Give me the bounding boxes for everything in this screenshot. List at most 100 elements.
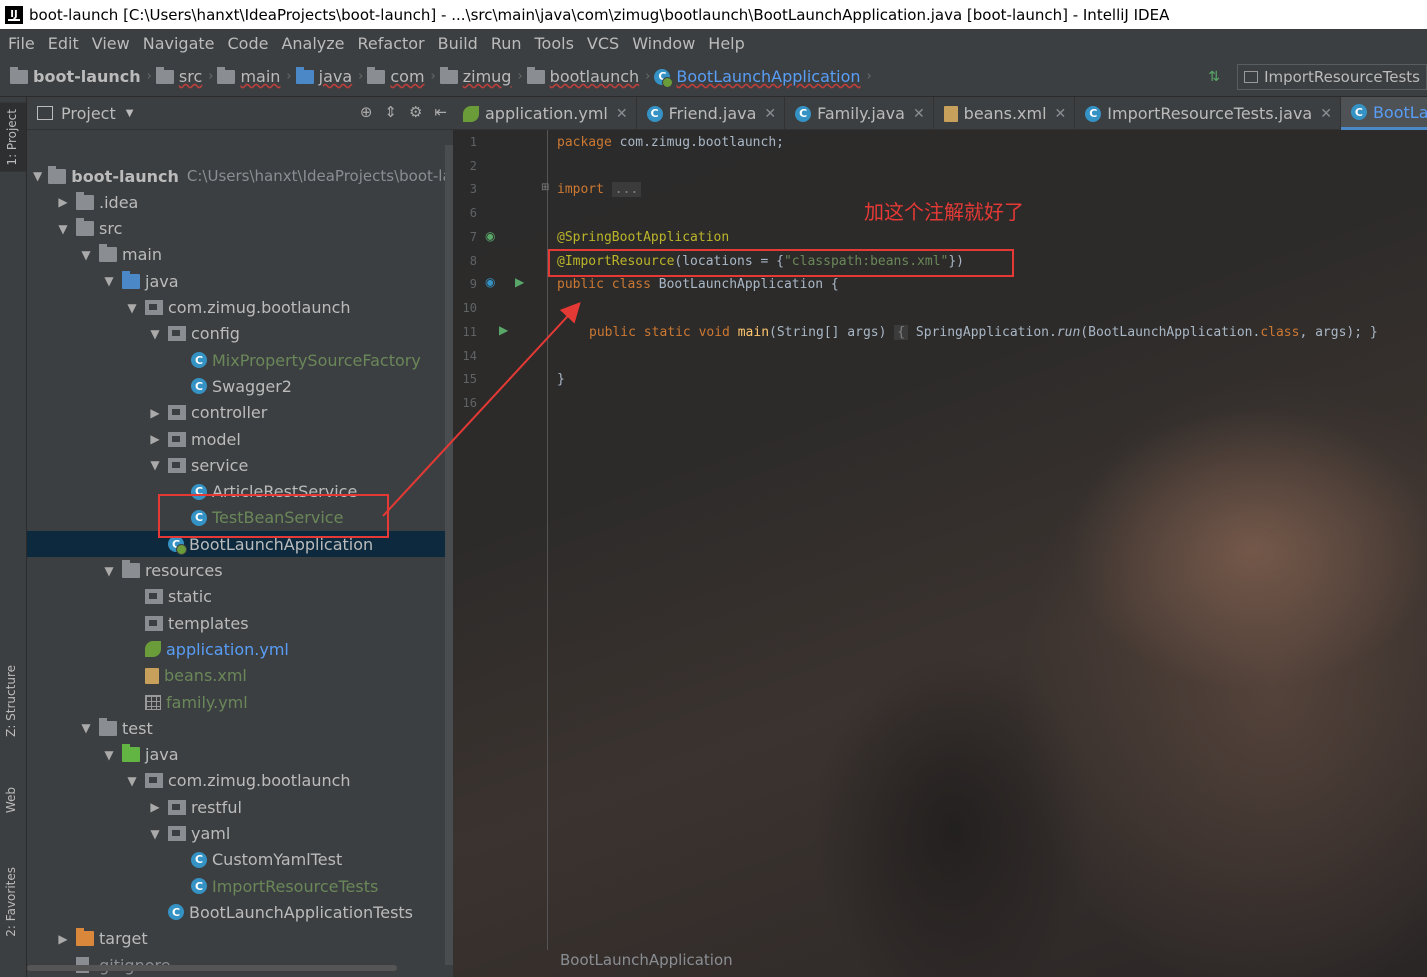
tab-import-resource-tests[interactable]: C ImportResourceTests.java ✕ bbox=[1075, 97, 1341, 130]
tab-friend-java[interactable]: C Friend.java ✕ bbox=[637, 97, 786, 130]
tab-beans-xml[interactable]: beans.xml ✕ bbox=[934, 97, 1076, 130]
menu-help[interactable]: Help bbox=[703, 34, 752, 53]
tree-item-com-zimug-bootlaunch[interactable]: ▼ com.zimug.bootlaunch bbox=[27, 295, 453, 321]
gear-icon[interactable]: ⚙ bbox=[409, 103, 422, 121]
chevron-down-icon[interactable]: ▼ bbox=[148, 458, 162, 472]
tree-item-src[interactable]: ▼ src bbox=[27, 216, 453, 242]
tool-tab-favorites[interactable]: 2: Favorites bbox=[4, 867, 18, 937]
breadcrumb-project[interactable]: boot-launch › bbox=[10, 66, 152, 86]
chevron-down-icon[interactable]: ▼ bbox=[102, 748, 116, 762]
menu-code[interactable]: Code bbox=[223, 34, 277, 53]
tree-item-idea[interactable]: ▶ .idea bbox=[27, 189, 453, 215]
run-main-icon[interactable]: ▶ bbox=[499, 323, 508, 337]
sort-arrow-icon[interactable]: ⇅ bbox=[1203, 67, 1225, 87]
tree-item-com-zimug-bootlaunch[interactable]: ▼ com.zimug.bootlaunch bbox=[27, 768, 453, 794]
tree-item-bootlaunchapplicationtests[interactable]: C BootLaunchApplicationTests bbox=[27, 899, 453, 925]
menu-analyze[interactable]: Analyze bbox=[276, 34, 352, 53]
chevron-right-icon[interactable]: ▶ bbox=[148, 432, 162, 446]
breadcrumb-java[interactable]: java › bbox=[295, 66, 363, 86]
tree-item-main[interactable]: ▼ main bbox=[27, 242, 453, 268]
hide-panel-icon[interactable]: ⇤ bbox=[434, 103, 447, 121]
close-icon[interactable]: ✕ bbox=[1055, 106, 1067, 122]
folded-code[interactable]: ... bbox=[611, 182, 642, 197]
project-panel-title[interactable]: Project bbox=[61, 104, 116, 123]
tool-tab-web[interactable]: Web bbox=[4, 787, 18, 813]
tree-item-config[interactable]: ▼ config bbox=[27, 321, 453, 347]
collapse-all-icon[interactable]: ⇕ bbox=[384, 103, 397, 121]
chevron-down-icon[interactable]: ▼ bbox=[102, 274, 116, 288]
chevron-down-icon[interactable]: ▼ bbox=[79, 248, 93, 262]
chevron-down-icon[interactable]: ▼ bbox=[125, 774, 139, 788]
spring-class-icon[interactable]: ◉ bbox=[485, 275, 495, 289]
tree-item-resources[interactable]: ▼ resources bbox=[27, 558, 453, 584]
tree-item-static[interactable]: static bbox=[27, 584, 453, 610]
tree-item-beans-xml[interactable]: beans.xml bbox=[27, 663, 453, 689]
code-line-15[interactable]: } bbox=[557, 372, 565, 387]
chevron-down-icon[interactable]: ▼ bbox=[126, 108, 134, 119]
tree-item-boot-launch[interactable]: ▼ boot-launch C:\Users\hanxt\IdeaProjects\… bbox=[27, 163, 488, 189]
close-icon[interactable]: ✕ bbox=[913, 106, 925, 122]
menu-vcs[interactable]: VCS bbox=[582, 34, 627, 53]
tree-item-swagger2[interactable]: C Swagger2 bbox=[27, 373, 453, 399]
menu-refactor[interactable]: Refactor bbox=[353, 34, 433, 53]
tree-item-restful[interactable]: ▶ restful bbox=[27, 794, 453, 820]
folded-code[interactable]: { bbox=[894, 325, 909, 340]
tab-bootlaunch-application[interactable]: C BootLaunchAp bbox=[1340, 97, 1427, 130]
menu-file[interactable]: File bbox=[3, 34, 43, 53]
tree-item-service[interactable]: ▼ service bbox=[27, 452, 453, 478]
breadcrumb-current-class[interactable]: C BootLaunchApplication › bbox=[654, 67, 872, 88]
chevron-right-icon[interactable]: ▶ bbox=[148, 406, 162, 420]
tree-item-yaml[interactable]: ▼ yaml bbox=[27, 821, 453, 847]
tree-item-customyamltest[interactable]: C CustomYamlTest bbox=[27, 847, 453, 873]
code-line-3[interactable]: import ... bbox=[557, 182, 642, 197]
tree-item-model[interactable]: ▶ model bbox=[27, 426, 453, 452]
tab-application-yml[interactable]: application.yml ✕ bbox=[453, 97, 637, 130]
code-line-7[interactable]: @SpringBootApplication bbox=[557, 230, 729, 245]
tree-item-family-yml[interactable]: family.yml bbox=[27, 689, 453, 715]
close-icon[interactable]: ✕ bbox=[764, 106, 776, 122]
menu-build[interactable]: Build bbox=[433, 34, 486, 53]
menu-view[interactable]: View bbox=[87, 34, 138, 53]
fold-expand-icon[interactable]: ⊞ bbox=[541, 182, 549, 193]
breadcrumb-zimug[interactable]: zimug › bbox=[439, 66, 523, 86]
tree-item-templates[interactable]: templates bbox=[27, 610, 453, 636]
tab-family-java[interactable]: C Family.java ✕ bbox=[785, 97, 934, 130]
code-line-1[interactable]: package com.zimug.bootlaunch; bbox=[557, 135, 784, 150]
locate-icon[interactable]: ⊕ bbox=[360, 103, 373, 121]
close-icon[interactable]: ✕ bbox=[616, 106, 628, 122]
tool-tab-structure[interactable]: Z: Structure bbox=[4, 665, 18, 737]
editor-breadcrumb[interactable]: BootLaunchApplication bbox=[560, 951, 733, 969]
menu-edit[interactable]: Edit bbox=[43, 34, 87, 53]
tree-item-importresourcetests[interactable]: C ImportResourceTests bbox=[27, 873, 453, 899]
tree-item-application-yml[interactable]: application.yml bbox=[27, 636, 453, 662]
chevron-down-icon[interactable]: ▼ bbox=[148, 827, 162, 841]
tree-item-mixpropertysourcefactory[interactable]: C MixPropertySourceFactory bbox=[27, 347, 453, 373]
chevron-down-icon[interactable]: ▼ bbox=[102, 564, 116, 578]
menu-navigate[interactable]: Navigate bbox=[138, 34, 223, 53]
menu-window[interactable]: Window bbox=[627, 34, 703, 53]
tree-item-controller[interactable]: ▶ controller bbox=[27, 400, 453, 426]
run-gutter-icon[interactable]: ▶ bbox=[515, 275, 524, 289]
tree-item-java[interactable]: ▼ java bbox=[27, 742, 453, 768]
tree-item-test[interactable]: ▼ test bbox=[27, 715, 453, 741]
chevron-down-icon[interactable]: ▼ bbox=[33, 169, 42, 183]
tool-tab-project[interactable]: 1: Project bbox=[0, 103, 26, 172]
breadcrumb-com[interactable]: com › bbox=[367, 66, 436, 86]
code-line-9[interactable]: public class BootLaunchApplication { bbox=[557, 277, 839, 292]
chevron-right-icon[interactable]: ▶ bbox=[56, 195, 70, 209]
chevron-down-icon[interactable]: ▼ bbox=[148, 327, 162, 341]
breadcrumb-main[interactable]: main › bbox=[217, 66, 292, 86]
close-icon[interactable]: ✕ bbox=[1320, 106, 1332, 122]
breadcrumb-src[interactable]: src › bbox=[155, 66, 213, 86]
tree-item-target[interactable]: ▶ target bbox=[27, 926, 453, 952]
menu-tools[interactable]: Tools bbox=[530, 34, 582, 53]
code-line-11[interactable]: public static void main(String[] args) {… bbox=[589, 325, 1378, 340]
run-configuration-selector[interactable]: ImportResourceTests bbox=[1237, 64, 1427, 90]
breadcrumb-bootlaunch[interactable]: bootlaunch › bbox=[526, 66, 650, 86]
menu-run[interactable]: Run bbox=[486, 34, 530, 53]
chevron-right-icon[interactable]: ▶ bbox=[56, 932, 70, 946]
chevron-down-icon[interactable]: ▼ bbox=[125, 301, 139, 315]
horizontal-scrollbar[interactable] bbox=[27, 965, 397, 971]
vertical-scrollbar[interactable] bbox=[445, 145, 453, 965]
chevron-down-icon[interactable]: ▼ bbox=[79, 721, 93, 735]
